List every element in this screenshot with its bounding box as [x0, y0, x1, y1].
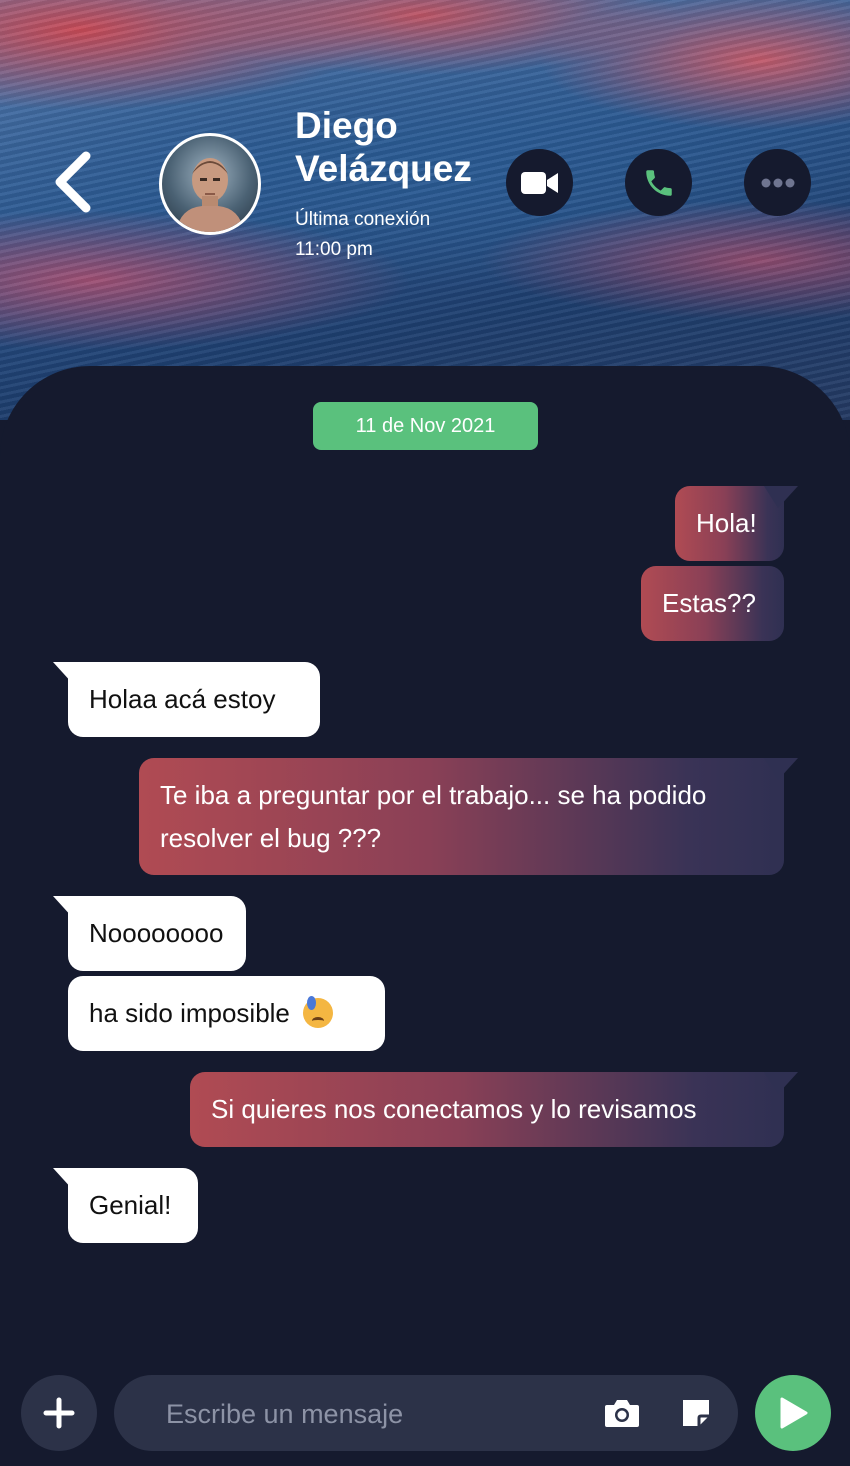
- sad-sweat-emoji-icon: [303, 996, 334, 1029]
- video-call-button[interactable]: [506, 149, 573, 216]
- video-camera-icon: [520, 171, 558, 194]
- message-composer: [114, 1375, 738, 1453]
- bubble-tail: [764, 1072, 798, 1094]
- bubble-tail: [53, 896, 87, 918]
- message-bubble-outgoing[interactable]: Estas??: [641, 566, 784, 641]
- message-text: Genial!: [89, 1190, 172, 1220]
- voice-call-button[interactable]: [625, 149, 692, 216]
- attach-button[interactable]: [21, 1375, 97, 1451]
- message-text: Hola!: [696, 508, 757, 538]
- message-bubble-outgoing[interactable]: Si quieres nos conectamos y lo revisamos: [190, 1072, 798, 1147]
- message-bubble-incoming[interactable]: Genial!: [53, 1168, 198, 1243]
- bubble-tail: [53, 662, 87, 684]
- message-text: Estas??: [662, 588, 756, 618]
- message-bubble-outgoing[interactable]: Te iba a preguntar por el trabajo... se …: [139, 758, 798, 875]
- contact-name: Diego Velázquez: [295, 105, 472, 189]
- message-text: ha sido imposible: [89, 998, 290, 1028]
- message-text: Si quieres nos conectamos y lo revisamos: [211, 1094, 697, 1124]
- bubble-tail: [764, 758, 798, 780]
- send-icon: [780, 1397, 808, 1429]
- message-bubble-outgoing[interactable]: Hola!: [675, 486, 798, 561]
- back-chevron-icon: [55, 151, 91, 213]
- message-text: Te iba a preguntar por el trabajo... se …: [160, 780, 707, 853]
- message-text: Holaa acá estoy: [89, 684, 276, 714]
- more-dots-icon: [761, 178, 794, 187]
- message-input[interactable]: [164, 1375, 568, 1453]
- camera-icon: [605, 1400, 639, 1427]
- back-button[interactable]: [48, 148, 104, 216]
- last-seen-label: Última conexión: [295, 209, 431, 230]
- date-separator: 11 de Nov 2021: [313, 402, 538, 450]
- send-button[interactable]: [755, 1375, 831, 1451]
- phone-icon: [645, 169, 672, 196]
- avatar-portrait: [176, 158, 244, 232]
- message-bubble-incoming[interactable]: ha sido imposible: [68, 976, 385, 1051]
- last-seen: Última conexión 11:00 pm: [295, 205, 430, 265]
- camera-button[interactable]: [602, 1395, 642, 1431]
- message-bubble-incoming[interactable]: Holaa acá estoy: [53, 662, 320, 737]
- message-bubble-incoming[interactable]: Noooooooo: [53, 896, 246, 971]
- sticker-icon: [683, 1400, 709, 1426]
- bubble-tail: [53, 1168, 87, 1190]
- sticker-button[interactable]: [676, 1395, 716, 1431]
- more-options-button[interactable]: [744, 149, 811, 216]
- bubble-tail: [764, 486, 798, 508]
- last-seen-time: 11:00 pm: [295, 239, 373, 260]
- message-text: Noooooooo: [89, 918, 224, 948]
- avatar[interactable]: [159, 133, 261, 235]
- plus-icon: [43, 1397, 75, 1429]
